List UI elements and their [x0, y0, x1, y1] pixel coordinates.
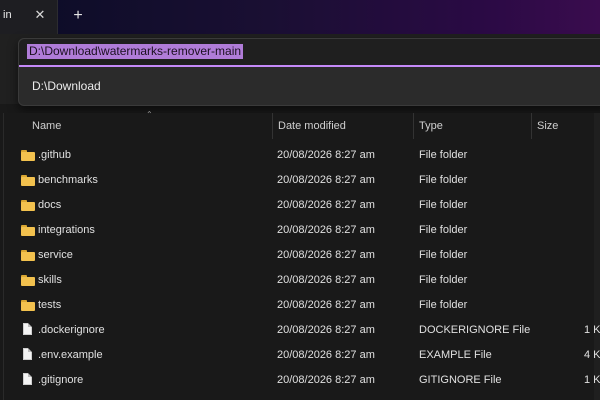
file-type: GITIGNORE File	[419, 374, 502, 386]
column-header-type[interactable]: Type	[419, 120, 443, 132]
file-date: 20/08/2026 8:27 am	[277, 374, 375, 386]
title-bar	[0, 0, 600, 34]
file-row[interactable]: tests 20/08/2026 8:27 am File folder	[0, 293, 594, 318]
file-name: integrations	[38, 224, 95, 236]
file-type: File folder	[419, 299, 468, 311]
file-date: 20/08/2026 8:27 am	[277, 349, 375, 361]
file-name: service	[38, 249, 73, 261]
folder-icon	[21, 150, 35, 161]
file-type: EXAMPLE File	[419, 349, 492, 361]
file-date: 20/08/2026 8:27 am	[277, 149, 375, 161]
file-date: 20/08/2026 8:27 am	[277, 224, 375, 236]
file-size: 4 KI	[584, 349, 600, 361]
file-row[interactable]: .github 20/08/2026 8:27 am File folder	[0, 143, 594, 168]
file-name: .github	[38, 149, 72, 161]
file-row[interactable]: .dockerignore 20/08/2026 8:27 am DOCKERIGN…	[0, 318, 600, 343]
address-suggestion-text: D:\Download	[32, 79, 101, 93]
file-icon	[23, 348, 32, 360]
file-type: File folder	[419, 174, 468, 186]
folder-icon	[21, 200, 35, 211]
file-row[interactable]: .env.example 20/08/2026 8:27 am EXAMPLE Fi…	[0, 343, 600, 368]
column-header-date[interactable]: Date modified	[278, 120, 346, 132]
file-row[interactable]: docs 20/08/2026 8:27 am File folder	[0, 193, 594, 218]
address-input[interactable]: D:\Download\watermarks-remover-main	[19, 39, 600, 67]
column-divider[interactable]	[413, 113, 414, 139]
file-row[interactable]: integrations 20/08/2026 8:27 am File folde…	[0, 218, 594, 243]
column-divider[interactable]	[272, 113, 273, 139]
file-name: benchmarks	[38, 174, 98, 186]
file-date: 20/08/2026 8:27 am	[277, 274, 375, 286]
column-divider[interactable]	[531, 113, 532, 139]
file-name: .dockerignore	[38, 324, 105, 336]
file-date: 20/08/2026 8:27 am	[277, 299, 375, 311]
file-size: 1 KI	[584, 324, 600, 336]
file-date: 20/08/2026 8:27 am	[277, 324, 375, 336]
file-type: File folder	[419, 199, 468, 211]
file-size: 1 KI	[584, 374, 600, 386]
tab-current[interactable]: in ✕	[0, 0, 58, 34]
close-icon[interactable]: ✕	[34, 8, 46, 22]
sort-ascending-icon: ⌃	[146, 110, 153, 119]
file-row[interactable]: skills 20/08/2026 8:27 am File folder	[0, 268, 594, 293]
file-name: skills	[38, 274, 62, 286]
address-path[interactable]: D:\Download\watermarks-remover-main	[27, 44, 244, 59]
file-name: .gitignore	[38, 374, 84, 386]
column-header-name[interactable]: Name	[32, 120, 61, 132]
file-date: 20/08/2026 8:27 am	[277, 199, 375, 211]
file-name: .env.example	[38, 349, 103, 361]
file-date: 20/08/2026 8:27 am	[277, 174, 375, 186]
file-type: File folder	[419, 249, 468, 261]
file-row[interactable]: service 20/08/2026 8:27 am File folder	[0, 243, 594, 268]
folder-icon	[21, 300, 35, 311]
tab-title: in	[3, 9, 12, 21]
file-type: File folder	[419, 274, 468, 286]
folder-icon	[21, 275, 35, 286]
plus-icon[interactable]: +	[70, 7, 86, 25]
file-type: File folder	[419, 149, 468, 161]
address-bar-popup: D:\Download\watermarks-remover-main D:\D…	[18, 38, 600, 106]
file-name: docs	[38, 199, 62, 211]
file-type: File folder	[419, 224, 468, 236]
file-icon	[23, 323, 32, 335]
column-header-size[interactable]: Size	[537, 120, 558, 132]
folder-icon	[21, 225, 35, 236]
address-suggestion[interactable]: D:\Download	[19, 73, 600, 99]
file-row[interactable]: .gitignore 20/08/2026 8:27 am GITIGNORE Fi…	[0, 368, 600, 393]
file-date: 20/08/2026 8:27 am	[277, 249, 375, 261]
folder-icon	[21, 250, 35, 261]
file-row[interactable]: benchmarks 20/08/2026 8:27 am File folder	[0, 168, 594, 193]
file-name: tests	[38, 299, 62, 311]
folder-icon	[21, 175, 35, 186]
file-icon	[23, 373, 32, 385]
file-type: DOCKERIGNORE File	[419, 324, 531, 336]
